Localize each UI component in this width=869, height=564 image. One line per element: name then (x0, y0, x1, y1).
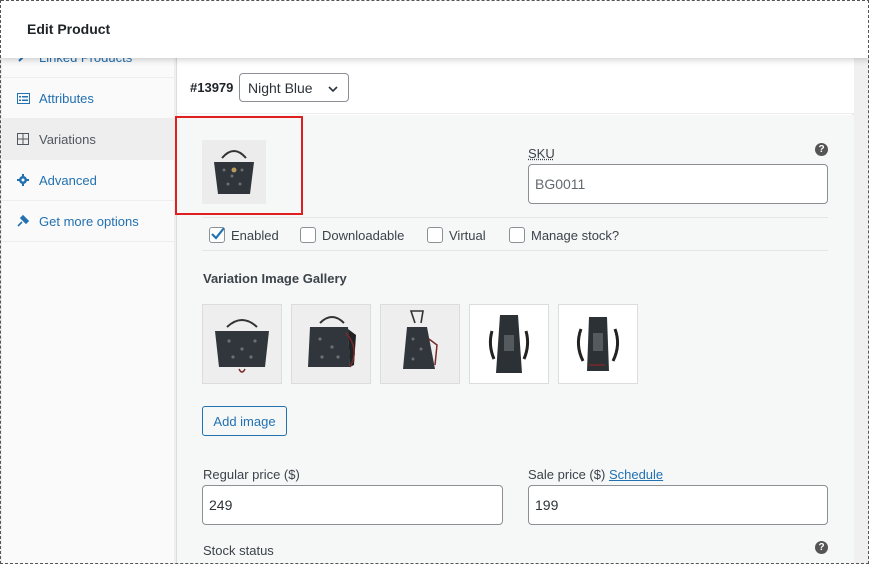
header-border (1, 0, 869, 1)
page-title: Edit Product (27, 21, 110, 37)
header-bar: Edit Product (0, 0, 869, 58)
frame-border (0, 0, 869, 564)
